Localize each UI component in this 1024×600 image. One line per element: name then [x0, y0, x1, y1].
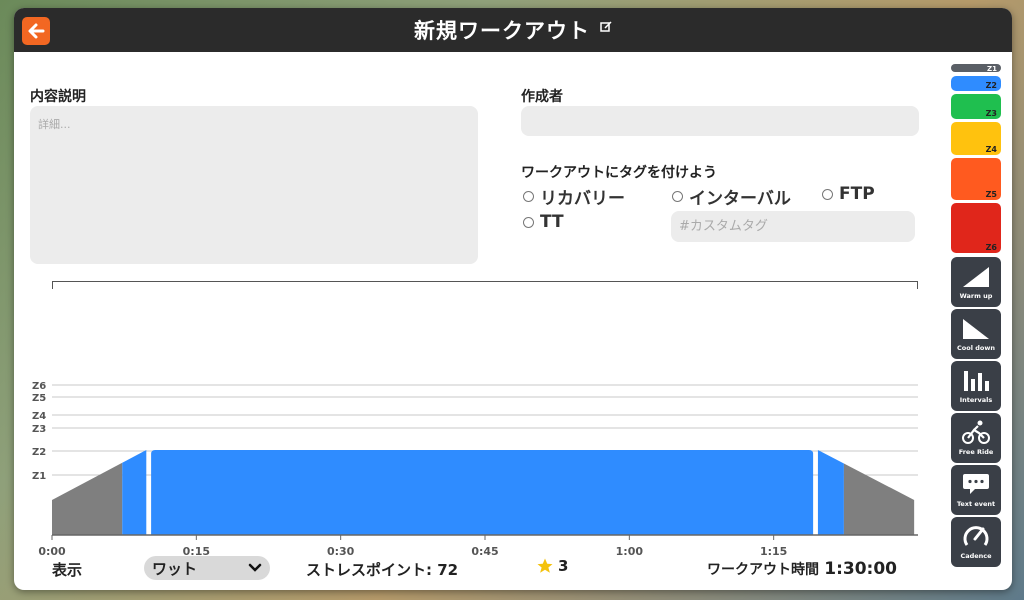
time-tick-label: 0:30	[327, 545, 355, 558]
zone-label: Z4	[32, 411, 46, 422]
time-tick-label: 0:00	[38, 545, 66, 558]
zone-label: Z6	[32, 381, 46, 392]
cyclist-icon	[962, 420, 990, 444]
cooldown-ramp-icon	[963, 319, 989, 339]
author-input[interactable]	[521, 106, 919, 136]
free-ride-button[interactable]: Free Ride	[951, 413, 1001, 463]
zone-label: Z5	[32, 393, 46, 404]
display-unit-select[interactable]: ワット	[144, 556, 270, 580]
workout-chart[interactable]: Z6Z5Z4Z3Z2Z10:00 0:15 0:30 0:45 1:00 1:15	[14, 368, 934, 558]
stress-points: ストレスポイント: 72	[306, 561, 459, 579]
cadence-gauge-icon	[963, 526, 989, 546]
page-title: 新規ワークアウト	[414, 19, 590, 43]
intervals-bars-icon	[964, 371, 989, 391]
time-tick-label: 1:15	[760, 545, 787, 558]
title-bar: 新規ワークアウト	[14, 8, 1012, 52]
zone-z1-button[interactable]: Z1	[951, 64, 1001, 73]
warmup-button[interactable]: Warm up	[951, 257, 1001, 307]
zone-label: Z2	[32, 447, 46, 458]
zone-z4-button[interactable]: Z4	[951, 122, 1001, 155]
zone-z2-button[interactable]: Z2	[951, 76, 1001, 91]
cadence-button[interactable]: Cadence	[951, 517, 1001, 567]
chevron-down-icon	[248, 563, 262, 572]
cooldown-button[interactable]: Cool down	[951, 309, 1001, 359]
workout-block-warmup	[52, 462, 123, 535]
workout-block-cooldown	[843, 463, 915, 535]
zone-z6-button[interactable]: Z6	[951, 203, 1001, 253]
speech-bubble-icon	[963, 474, 989, 494]
edit-icon[interactable]	[600, 21, 612, 33]
rating[interactable]: 3	[536, 557, 568, 575]
tags-label: ワークアウトにタグを付けよう	[521, 165, 717, 181]
zone-label: Z1	[32, 471, 46, 482]
tag-radio-ftp[interactable]: FTP	[822, 184, 875, 204]
description-input[interactable]	[30, 106, 478, 264]
zone-label: Z3	[32, 424, 46, 435]
text-event-button[interactable]: Text event	[951, 465, 1001, 515]
timeline-bracket	[52, 281, 918, 289]
tag-radio-interval[interactable]: インターバル	[672, 184, 791, 209]
workout-duration: ワークアウト時間 1:30:00	[707, 559, 897, 579]
warmup-ramp-icon	[963, 267, 989, 287]
custom-tag-input[interactable]	[671, 211, 915, 242]
zone-z5-button[interactable]: Z5	[951, 158, 1001, 200]
zone-z3-button[interactable]: Z3	[951, 94, 1001, 119]
workout-editor-window: 新規ワークアウト 内容説明 作成者 ワークアウトにタグを付けよう リカバリー イ…	[14, 8, 1012, 590]
display-unit-value: ワット	[152, 559, 198, 578]
author-label: 作成者	[521, 89, 563, 105]
time-tick-label: 0:45	[471, 545, 498, 558]
tag-radio-tt[interactable]: TT	[523, 212, 564, 232]
workout-block-warmup	[122, 450, 147, 535]
display-label: 表示	[52, 561, 83, 579]
workout-block-cooldown	[817, 450, 844, 535]
tag-radio-recovery[interactable]: リカバリー	[523, 184, 625, 209]
time-tick-label: 1:00	[616, 545, 644, 558]
workout-block-steady	[151, 450, 814, 535]
description-label: 内容説明	[30, 89, 86, 105]
star-icon	[537, 558, 553, 573]
intervals-button[interactable]: Intervals	[951, 361, 1001, 411]
